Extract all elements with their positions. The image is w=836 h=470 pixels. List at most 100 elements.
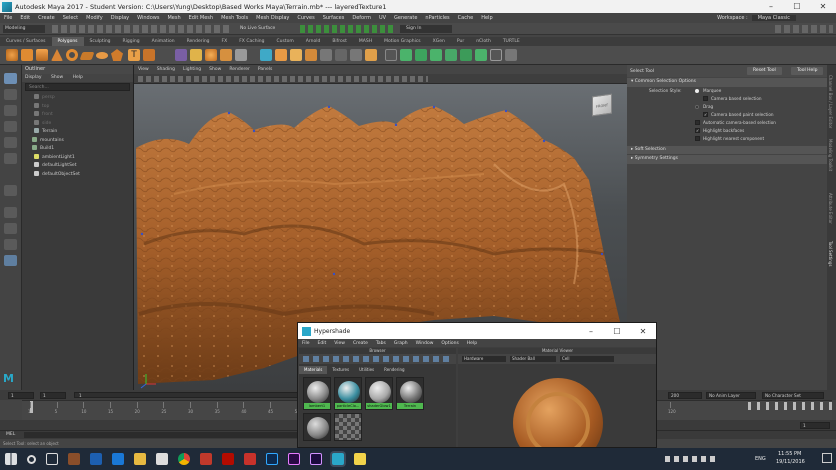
shelf-tab-fx[interactable]: FX (216, 37, 234, 46)
persp-outliner-icon[interactable] (4, 239, 17, 250)
paint-select-icon[interactable] (4, 105, 17, 116)
workspace-dropdown[interactable]: Maya Classic (751, 15, 796, 21)
boolean-icon[interactable] (220, 49, 232, 61)
highlight-backfaces-checkbox[interactable]: ✓ (695, 128, 700, 133)
hs-menu-file[interactable]: File (298, 341, 314, 346)
acrobat-icon[interactable] (222, 453, 234, 465)
sew-uv-icon[interactable] (475, 49, 487, 61)
premiere-icon[interactable] (288, 453, 300, 465)
hypershade-maximize-button[interactable]: ☐ (604, 325, 630, 338)
menu-surfaces[interactable]: Surfaces (319, 15, 349, 21)
scale-tool-icon[interactable] (4, 153, 17, 164)
outliner-item[interactable]: Build1 (22, 145, 133, 154)
outliner-item[interactable]: ambientLight1 (22, 153, 133, 163)
clock-date[interactable]: 19/11/2016 (776, 459, 805, 465)
shelf-tab-mash[interactable]: MASH (353, 37, 378, 46)
tray-icons[interactable] (665, 456, 715, 462)
section-soft-selection[interactable]: ▸ Soft Selection (627, 145, 827, 154)
poly-platonic-icon[interactable] (111, 49, 123, 61)
flash-icon[interactable] (244, 453, 256, 465)
browser-tab-rendering[interactable]: Rendering (379, 366, 409, 374)
outliner-item[interactable]: top (22, 102, 133, 112)
outliner-menu-help[interactable]: Help (73, 75, 83, 80)
uv-snapshot-icon[interactable] (505, 49, 517, 61)
outliner-item[interactable]: side (22, 119, 133, 129)
single-view-icon[interactable] (4, 207, 17, 218)
poly-torus-icon[interactable] (66, 49, 78, 61)
photoshop-icon[interactable] (266, 453, 278, 465)
viewport-menu-panels[interactable]: Panels (254, 67, 276, 72)
highlight-nearest-checkbox[interactable] (695, 136, 700, 141)
menu-select[interactable]: Select (59, 15, 82, 21)
quad-draw-icon[interactable] (320, 49, 332, 61)
mirror-icon[interactable] (235, 49, 247, 61)
multicut-icon[interactable] (305, 49, 317, 61)
menu-help[interactable]: Help (477, 15, 496, 21)
outliner-item[interactable]: persp (22, 94, 133, 103)
four-view-icon[interactable] (4, 223, 17, 234)
unfold-icon[interactable] (430, 49, 442, 61)
menu-mesh-tools[interactable]: Mesh Tools (217, 15, 252, 21)
material-swatch[interactable] (303, 413, 331, 441)
menu-nparticles[interactable]: nParticles (421, 15, 453, 21)
shelf-tab-rendering[interactable]: Rendering (181, 37, 216, 46)
uv-editor-icon[interactable] (385, 49, 397, 61)
shelf-tab-turtle[interactable]: TURTLE (497, 37, 526, 46)
shelf-tab-curves[interactable]: Curves / Surfaces (0, 37, 52, 46)
menu-edit[interactable]: Edit (16, 15, 34, 21)
rotate-tool-icon[interactable] (4, 137, 17, 148)
menu-create[interactable]: Create (34, 15, 59, 21)
outliner-item[interactable]: front (22, 111, 133, 120)
app-icon-3[interactable] (200, 453, 212, 465)
svg-tool-icon[interactable] (143, 49, 155, 61)
bevel-icon[interactable] (290, 49, 302, 61)
lasso-tool-icon[interactable] (4, 89, 17, 100)
side-tab-attribute-editor[interactable]: Attribute Editor (828, 193, 833, 224)
fill-hole-icon[interactable] (350, 49, 362, 61)
poly-sphere-icon[interactable] (6, 49, 18, 61)
clock-time[interactable]: 11:55 PM (778, 451, 801, 457)
search-icon[interactable] (27, 454, 36, 464)
store-icon[interactable] (156, 453, 168, 465)
time-field-1[interactable]: 1 (8, 391, 34, 399)
extrude-icon[interactable] (260, 49, 272, 61)
notification-icon[interactable] (822, 453, 832, 463)
layout-uv-icon[interactable] (445, 49, 457, 61)
marquee-radio[interactable] (695, 88, 699, 93)
material-swatch[interactable]: Terrain (396, 377, 424, 410)
current-frame-field[interactable]: 1 (800, 421, 830, 429)
shelf-tab-polygons[interactable]: Polygons (51, 37, 84, 46)
maximize-button[interactable]: ☐ (784, 0, 810, 13)
uv-transfer-icon[interactable] (490, 49, 502, 61)
end-field-2[interactable]: 200 (668, 391, 702, 399)
anim-layer-dropdown[interactable]: No Anim Layer (706, 391, 756, 399)
hs-menu-help[interactable]: Help (463, 341, 481, 346)
viewport-menu-show[interactable]: Show (205, 67, 225, 72)
hs-menu-edit[interactable]: Edit (314, 341, 331, 346)
outliner-item[interactable]: defaultLightSet (22, 162, 133, 171)
language-indicator[interactable]: ENG (755, 456, 766, 462)
side-tab-modeling-toolkit[interactable]: Modeling Toolkit (828, 139, 833, 171)
app-icon-1[interactable] (68, 453, 80, 465)
mel-input[interactable] (24, 432, 324, 438)
menu-generate[interactable]: Generate (390, 15, 421, 21)
tool-help-button[interactable]: Tool Help (791, 67, 824, 75)
material-swatch[interactable] (334, 413, 362, 441)
shelf-tab-animation[interactable]: Animation (146, 37, 181, 46)
hs-menu-window[interactable]: Window (412, 341, 438, 346)
shelf-tab-xgen[interactable]: XGen (427, 37, 451, 46)
viewport-toolbar-icons[interactable] (138, 76, 428, 82)
drag-radio[interactable] (695, 104, 699, 109)
shape-dropdown[interactable]: Shader Ball (510, 356, 556, 362)
live-surface-label[interactable]: No Live Surface (240, 25, 275, 33)
auto-camera-checkbox[interactable] (695, 120, 700, 125)
planar-map-icon[interactable] (400, 49, 412, 61)
shelf-tab-motion-graphics[interactable]: Motion Graphics (378, 37, 427, 46)
viewport-menu-lighting[interactable]: Lighting (179, 67, 205, 72)
app-icon-2[interactable] (90, 453, 102, 465)
menu-curves[interactable]: Curves (293, 15, 318, 21)
view-cube[interactable]: FRONT (592, 93, 612, 117)
material-swatch[interactable]: particleClo... (334, 377, 362, 410)
material-swatch[interactable]: lambert1 (303, 377, 331, 410)
section-common-selection[interactable]: ▾ Common Selection Options (627, 78, 827, 87)
